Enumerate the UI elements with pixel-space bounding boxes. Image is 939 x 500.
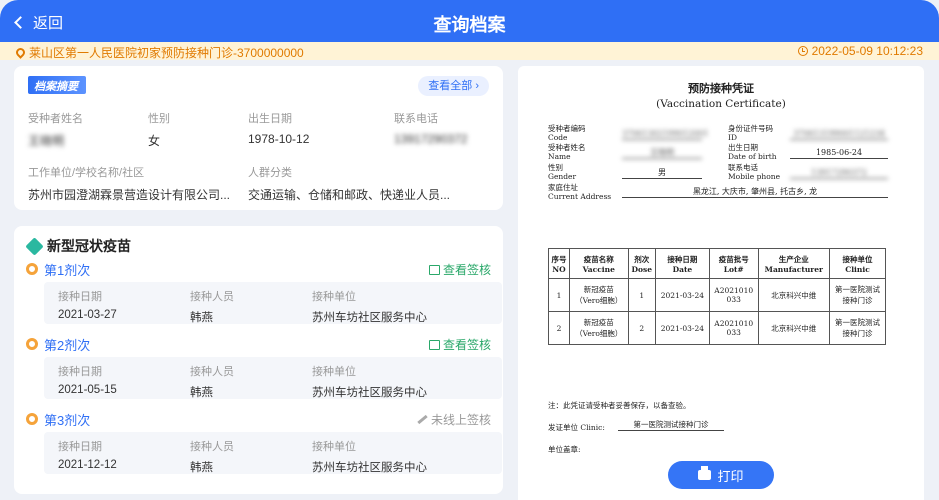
cert-issuer-value: 第一医院测试接种门诊	[618, 419, 724, 431]
summary-badge: 档案摘要	[28, 76, 86, 94]
datetime-text: 2022-05-09 10:12:23	[811, 44, 923, 58]
dose-dot-icon	[26, 338, 38, 350]
page-title: 查询档案	[433, 15, 506, 35]
cert-phone-label: 联系电话 Mobile phone	[728, 163, 781, 181]
cert-issuer-label: 发证单位 Clinic:	[548, 423, 605, 432]
cert-dob-value: 1985-06-24	[790, 147, 888, 159]
table-header-row: 序号 NO 疫苗名称 Vaccine 剂次 Dose 接种日期 Date 疫苗批号 Lot…	[548, 248, 886, 279]
cert-code-value: 37061302199012001	[622, 129, 709, 140]
table-row: 2 新冠疫苗 （Vero细胞） 2 2021-03-24 A2021010 033 …	[548, 311, 886, 345]
dose-1-header: 第1剂次 查看签核	[26, 260, 491, 278]
info-bar: 莱山区第一人民医院初家预防接种门诊-3700000000 2022-05-09 …	[0, 42, 939, 60]
cert-address-label: 家庭住址 Current Address	[548, 183, 612, 201]
location-text: 莱山区第一人民医院初家预防接种门诊-3700000000	[29, 46, 304, 60]
cert-phone-value: 13917290372	[790, 167, 888, 179]
vaccine-card: 新型冠状疫苗 第1剂次 查看签核 接种日期 2021-03-27 接种人员 韩燕 接…	[14, 226, 503, 494]
cert-name-label: 受种者姓名 Name	[548, 143, 586, 161]
archive-summary-card: 档案摘要 查看全部 › 受种者姓名 王晓明 性别 女 出生日期 1978-10-…	[14, 66, 503, 210]
printer-icon	[698, 466, 712, 480]
cert-seal-label: 单位盖章:	[548, 445, 581, 454]
view-sign-button[interactable]: 查看签核	[428, 261, 491, 278]
dose-2-header: 第2剂次 查看签核	[26, 335, 491, 353]
field-gender: 性别 女	[148, 113, 170, 148]
cert-dob-label: 出生日期 Date of birth	[728, 143, 777, 161]
top-bar: 返回 查询档案	[0, 0, 939, 42]
vaccine-icon	[25, 236, 44, 256]
view-all-button[interactable]: 查看全部 ›	[418, 76, 489, 96]
dose-label: 第3剂次	[44, 412, 91, 428]
dose-3-details: 接种日期 2021-12-12 接种人员 韩燕 接种单位 苏州车坊社区服务中心	[44, 432, 502, 474]
dose-dot-icon	[26, 413, 38, 425]
dose-2-details: 接种日期 2021-05-15 接种人员 韩燕 接种单位 苏州车坊社区服务中心	[44, 357, 502, 399]
col-maker: 生产企业 Manufacturer	[757, 248, 831, 279]
clock-icon	[797, 46, 808, 56]
dose-label: 第2剂次	[44, 337, 91, 353]
cert-note: 注：此凭证请受种者妥善保存，以备查验。	[548, 401, 691, 410]
not-signed-status: 未线上签核	[417, 411, 491, 428]
field-phone: 联系电话 13917290372	[394, 113, 468, 146]
cert-gender-label: 性别 Gender	[548, 163, 577, 181]
cert-id-label: 身份证件号码 ID	[728, 124, 773, 142]
dose-dot-icon	[26, 263, 38, 275]
col-vaccine: 疫苗名称 Vaccine	[568, 248, 629, 279]
cert-vaccine-table: 序号 NO 疫苗名称 Vaccine 剂次 Dose 接种日期 Date 疫苗批号 Lot…	[548, 248, 886, 345]
dose-3-header: 第3剂次 未线上签核	[26, 410, 491, 428]
location: 莱山区第一人民医院初家预防接种门诊-3700000000	[14, 44, 304, 61]
cert-title-en: (Vaccination Certificate)	[656, 98, 786, 110]
field-population: 人群分类 交通运输、仓储和邮政、快递业人员...	[248, 167, 451, 202]
vaccine-title: 新型冠状疫苗	[25, 236, 131, 256]
view-sign-button[interactable]: 查看签核	[428, 336, 491, 353]
col-dose: 剂次 Dose	[627, 248, 656, 279]
image-icon	[428, 264, 440, 275]
col-no: 序号 NO	[548, 248, 570, 279]
dose-label: 第1剂次	[44, 262, 91, 278]
vaccination-certificate: 预防接种凭证 (Vaccination Certificate) 受种者编码 Co…	[518, 66, 924, 500]
cert-code-label: 受种者编码 Code	[548, 124, 586, 142]
col-lot: 疫苗批号 Lot#	[708, 248, 759, 279]
table-row: 1 新冠疫苗 （Vero细胞） 1 2021-03-24 A2021010 033 …	[548, 278, 886, 312]
field-workplace: 工作单位/学校名称/社区 苏州市园澄湖霖景营造设计有限公司...	[28, 167, 231, 202]
datetime: 2022-05-09 10:12:23	[797, 44, 923, 58]
field-name: 受种者姓名 王晓明	[28, 113, 83, 148]
cert-address-value: 黑龙江, 大庆市, 肇州县, 托古乡, 龙	[622, 186, 888, 198]
cert-id-value: 370613199001121234	[790, 128, 888, 140]
pen-icon	[417, 414, 428, 425]
image-icon	[428, 339, 440, 350]
col-clinic: 接种单位 Clinic	[829, 248, 886, 279]
dose-1-details: 接种日期 2021-03-27 接种人员 韩燕 接种单位 苏州车坊社区服务中心	[44, 282, 502, 324]
cert-name-value: 王晓明	[622, 147, 702, 159]
cert-title-cn: 预防接种凭证	[688, 82, 754, 95]
location-pin-icon	[14, 46, 27, 59]
field-dob: 出生日期 1978-10-12	[248, 113, 310, 146]
col-date: 接种日期 Date	[654, 248, 710, 279]
print-button[interactable]: 打印	[668, 461, 774, 489]
cert-gender-value: 男	[622, 167, 702, 179]
